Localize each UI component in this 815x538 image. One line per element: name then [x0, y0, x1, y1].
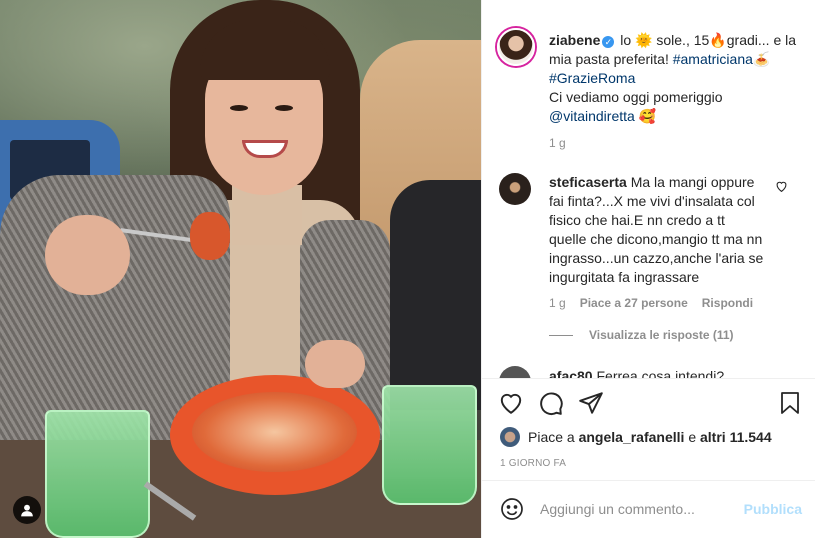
caption-age[interactable]: 1 g: [549, 136, 566, 150]
bookmark-icon[interactable]: [778, 390, 802, 416]
avatar[interactable]: [499, 366, 531, 378]
heart-icon[interactable]: [498, 390, 524, 416]
pasta-emoji-icon: 🍝: [752, 51, 771, 67]
comment-likes-link[interactable]: Piace a 27 persone: [580, 296, 688, 310]
photo-eye-right: [275, 105, 293, 111]
reply-button[interactable]: Rispondi: [702, 296, 753, 310]
likes-prefix: Piace a: [528, 429, 575, 445]
comment-body: Ferrea cosa intendi?: [596, 368, 725, 378]
photo-hand: [45, 215, 130, 295]
avatar[interactable]: [499, 173, 531, 205]
comment-body: Ma la mangi oppure fai finta?...X me viv…: [549, 174, 764, 285]
fire-emoji-icon: 🔥: [709, 32, 727, 48]
divider: [482, 378, 815, 379]
comment-heart-icon[interactable]: [775, 180, 788, 193]
mention-link[interactable]: @vitaindiretta: [549, 108, 635, 124]
user-tag-button[interactable]: [13, 496, 41, 524]
photo-glass-right: [382, 385, 477, 505]
post-photo[interactable]: [0, 0, 481, 538]
likes-others-link[interactable]: altri 11.544: [700, 429, 772, 445]
view-replies-button[interactable]: Visualizza le risposte (11): [549, 328, 734, 342]
likes-joiner: e: [688, 429, 697, 445]
likes-summary: Piace a angela_rafanelli e altri 11.544: [500, 427, 772, 447]
caption-username[interactable]: ziabene: [549, 32, 600, 48]
hashtag-link[interactable]: #GrazieRoma: [549, 70, 635, 86]
caption-text-4: Ci vediamo oggi pomeriggio: [549, 89, 723, 105]
post-actions: [482, 390, 815, 422]
verified-badge-icon: ✓: [602, 36, 615, 48]
likes-user[interactable]: angela_rafanelli: [579, 429, 685, 445]
sun-emoji-icon: 🌞: [635, 32, 653, 48]
hashtag-link[interactable]: #amatriciana: [673, 51, 753, 67]
comment-icon[interactable]: [538, 390, 564, 416]
avatar[interactable]: [497, 28, 535, 66]
replies-line: [549, 334, 573, 336]
comment-username[interactable]: steficaserta: [549, 174, 627, 190]
comment-input[interactable]: [540, 501, 736, 517]
photo-eye-left: [230, 105, 248, 111]
user-tag-icon: [21, 504, 33, 517]
view-replies-label: Visualizza le risposte (11): [589, 328, 734, 342]
post-date[interactable]: 1 GIORNO FA: [500, 458, 566, 469]
emoji-button[interactable]: [498, 495, 526, 523]
comment-age[interactable]: 1 g: [549, 296, 566, 310]
caption-text-1: lo: [620, 32, 632, 48]
publish-button[interactable]: Pubblica: [744, 501, 802, 517]
comment-form: Pubblica: [482, 480, 815, 538]
caption-text-2: sole., 15: [656, 32, 710, 48]
share-icon[interactable]: [578, 390, 604, 416]
photo-hand-plate: [305, 340, 365, 388]
post-caption: ziabene ✓ lo 🌞 sole., 15🔥gradi... e la mi…: [549, 31, 804, 126]
comment-text: afac80 Ferrea cosa intendi?: [549, 368, 724, 378]
avatar[interactable]: [500, 427, 520, 447]
photo-pasta-bite: [190, 212, 230, 260]
comment-meta: 1 g Piace a 27 persone Rispondi: [549, 296, 753, 310]
comment-text: steficaserta Ma la mangi oppure fai fint…: [549, 173, 764, 287]
comments-scroll-area[interactable]: ziabene ✓ lo 🌞 sole., 15🔥gradi... e la mi…: [482, 0, 815, 378]
photo-glass-left: [45, 410, 150, 538]
post-side-panel: ziabene ✓ lo 🌞 sole., 15🔥gradi... e la mi…: [481, 0, 815, 538]
comment-username[interactable]: afac80: [549, 368, 593, 378]
smiling-hearts-emoji-icon: 🥰: [638, 108, 657, 124]
emoji-icon: [501, 498, 523, 520]
photo-companion-top: [390, 180, 481, 410]
photo-pasta: [192, 392, 357, 472]
